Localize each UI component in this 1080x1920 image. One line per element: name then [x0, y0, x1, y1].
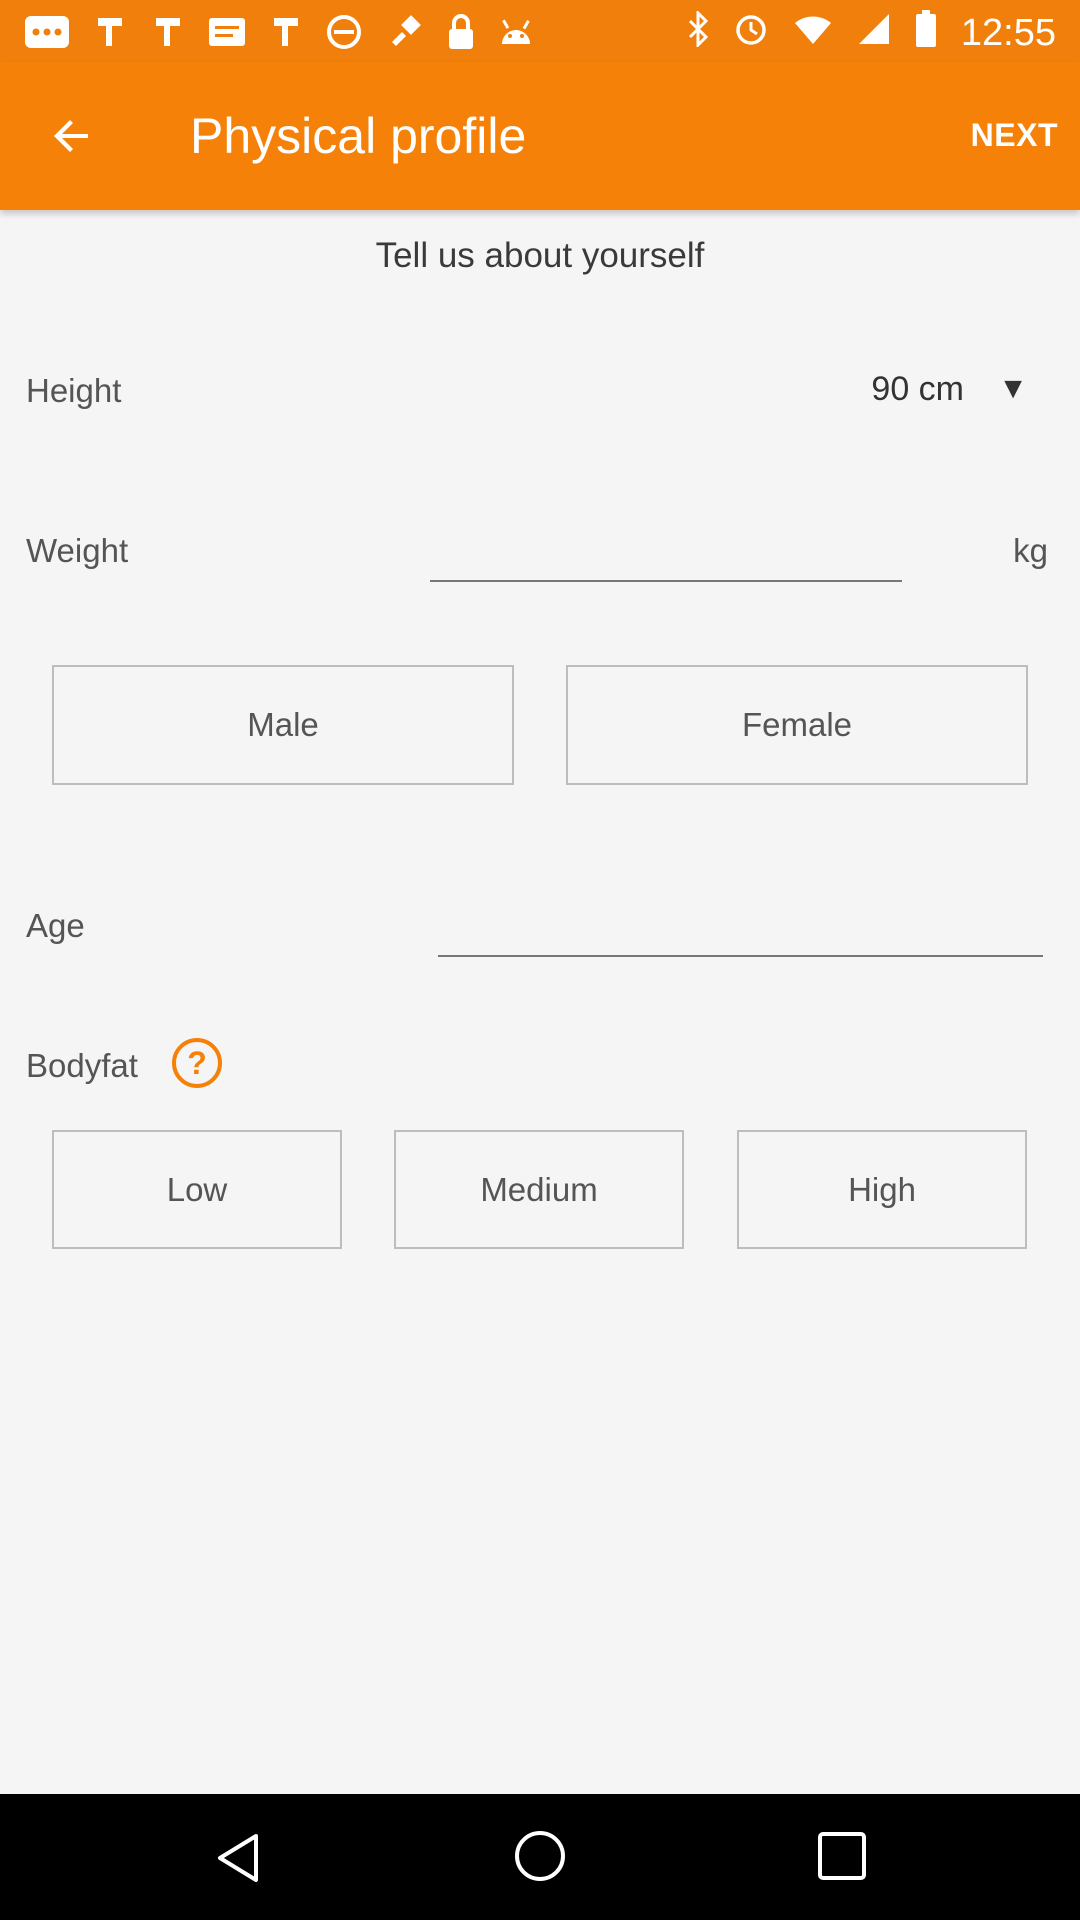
- height-dropdown-icon[interactable]: ▼: [998, 372, 1028, 406]
- signal-icon: [857, 12, 891, 55]
- back-button[interactable]: [42, 106, 102, 166]
- message-icon: [208, 17, 246, 55]
- weight-unit: kg: [1013, 532, 1048, 569]
- battery-icon: [915, 10, 937, 57]
- navigation-bar: [0, 1794, 1080, 1920]
- app-notification-icon: [268, 14, 304, 58]
- fake-gps-icon: [384, 12, 424, 60]
- app-bar: Physical profile NEXT: [0, 62, 1080, 210]
- height-value[interactable]: 90 cm: [871, 370, 964, 409]
- help-icon[interactable]: ?: [172, 1038, 222, 1088]
- nav-back-icon[interactable]: [210, 1830, 266, 1886]
- lock-icon: [446, 13, 476, 59]
- status-time: 12:55: [960, 12, 1056, 54]
- next-button[interactable]: NEXT: [971, 110, 1058, 160]
- weight-input-underline: [430, 580, 902, 582]
- nav-recents-icon[interactable]: [816, 1830, 868, 1882]
- alarm-icon: [733, 11, 769, 56]
- weight-input[interactable]: [430, 520, 902, 582]
- bodyfat-high-button[interactable]: High: [737, 1130, 1027, 1249]
- age-input-underline: [438, 955, 1043, 957]
- weight-label: Weight: [26, 532, 129, 569]
- android-icon: [498, 16, 534, 56]
- wifi-icon: [793, 13, 833, 54]
- app-notification-icon: [92, 14, 128, 58]
- notification-icons: [24, 12, 534, 60]
- bodyfat-label: Bodyfat: [26, 1047, 138, 1084]
- bodyfat-medium-button[interactable]: Medium: [394, 1130, 684, 1249]
- app-notification-icon: [150, 14, 186, 58]
- age-label: Age: [26, 907, 85, 944]
- system-status: 12:55: [687, 9, 1056, 57]
- bodyfat-low-button[interactable]: Low: [52, 1130, 342, 1249]
- status-bar: 12:55: [0, 0, 1080, 62]
- form-subtitle: Tell us about yourself: [375, 236, 705, 275]
- bluetooth-icon: [687, 9, 709, 56]
- nav-home-icon[interactable]: [512, 1828, 568, 1884]
- height-label: Height: [26, 372, 122, 409]
- back-arrow-icon: [54, 120, 88, 152]
- female-button[interactable]: Female: [566, 665, 1028, 785]
- page-title: Physical profile: [190, 108, 527, 164]
- male-button[interactable]: Male: [52, 665, 514, 785]
- block-icon: [326, 14, 362, 58]
- age-input[interactable]: [438, 895, 1043, 957]
- more-notifications-icon: [24, 15, 70, 57]
